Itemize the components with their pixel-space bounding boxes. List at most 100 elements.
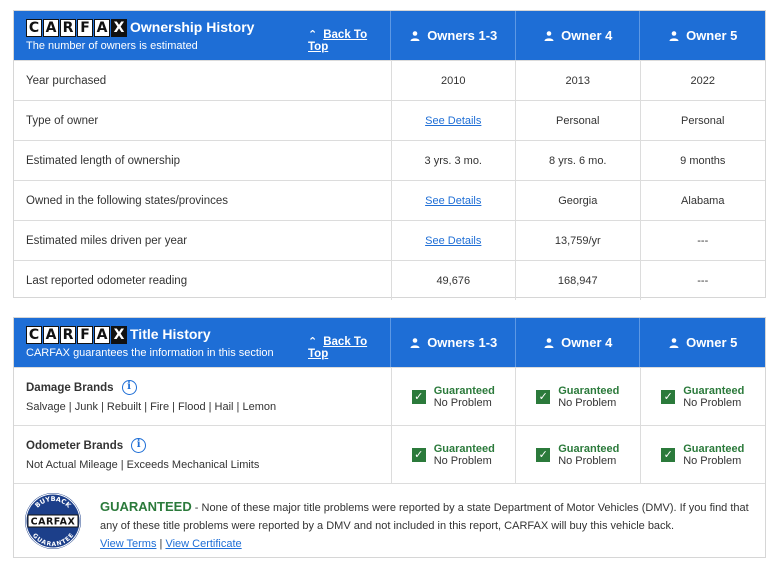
- table-row: Owned in the following states/provinces …: [14, 180, 765, 220]
- seal-brand-text: CARFAX: [31, 517, 76, 528]
- checkmark-icon: ✓: [536, 447, 551, 462]
- checkmark-icon: ✓: [536, 389, 551, 404]
- row-value: 13,759/yr: [516, 221, 641, 260]
- no-problem-label: No Problem: [558, 454, 617, 467]
- row-label: Year purchased: [14, 61, 392, 100]
- person-icon: [669, 337, 679, 348]
- brand-row-title: Damage Brands: [26, 381, 114, 394]
- carfax-logo: C A R F A X: [26, 326, 128, 344]
- info-icon[interactable]: i: [121, 380, 137, 395]
- section-title: Title History: [130, 326, 211, 342]
- chevron-up-icon: ⌃: [308, 29, 318, 41]
- checkmark-icon: ✓: [661, 447, 676, 462]
- column-header-owner-5: Owner 5: [640, 318, 765, 367]
- column-header-owner-5: Owner 5: [640, 11, 765, 60]
- table-row: Last reported odometer reading 49,676 16…: [14, 260, 765, 300]
- guarantee-cell: ✓ Guaranteed No Problem: [516, 368, 641, 425]
- row-label: Type of owner: [14, 101, 392, 140]
- back-to-top-link[interactable]: ⌃ Back To Top: [308, 335, 390, 360]
- row-value: 2010: [392, 61, 517, 100]
- buyback-guarantee-panel: BUYBACK GUARANTEE CARFAX GUARANTEED - No…: [14, 483, 765, 558]
- logo-letter: F: [77, 19, 93, 37]
- logo-letter: X: [111, 19, 127, 37]
- column-header-owner-4: Owner 4: [516, 318, 641, 367]
- section-subtitle: CARFAX guarantees the information in thi…: [26, 347, 274, 359]
- no-problem-label: No Problem: [558, 396, 617, 409]
- see-details-link[interactable]: See Details: [425, 195, 481, 207]
- row-value: See Details: [392, 101, 517, 140]
- brand-row-heading: Odometer Brands i: [26, 438, 391, 453]
- guaranteed-label: Guaranteed: [558, 384, 620, 397]
- column-header-label: Owner 5: [686, 335, 738, 350]
- column-header-label: Owners 1-3: [427, 335, 498, 350]
- person-icon: [410, 30, 420, 41]
- column-header-owners-1-3: Owners 1-3: [391, 11, 516, 60]
- chevron-up-icon: ⌃: [308, 336, 318, 348]
- person-icon: [669, 30, 679, 41]
- guarantee-heading: GUARANTEED: [100, 499, 192, 514]
- no-problem-label: No Problem: [683, 454, 742, 467]
- guarantee-cell: ✓ Guaranteed No Problem: [641, 368, 766, 425]
- back-to-top-link[interactable]: ⌃ Back To Top: [308, 28, 390, 53]
- guaranteed-label: Guaranteed: [683, 442, 745, 455]
- buyback-guarantee-seal-icon: BUYBACK GUARANTEE CARFAX: [25, 493, 81, 549]
- row-value: ---: [697, 234, 709, 247]
- checkmark-icon: ✓: [411, 447, 426, 462]
- guaranteed-label: Guaranteed: [558, 442, 620, 455]
- checkmark-icon: ✓: [661, 389, 676, 404]
- column-header-label: Owner 5: [686, 28, 738, 43]
- row-value: 3 yrs. 3 mo.: [392, 141, 517, 180]
- section-subtitle: The number of owners is estimated: [26, 40, 198, 52]
- row-value: See Details: [392, 181, 517, 220]
- column-header-label: Owner 4: [561, 335, 613, 350]
- row-value: ---: [697, 274, 709, 287]
- row-value: 8 yrs. 6 mo.: [516, 141, 641, 180]
- brand-row-details: Not Actual Mileage | Exceeds Mechanical …: [26, 459, 260, 471]
- row-value: Alabama: [681, 194, 725, 207]
- brand-row-label: Damage Brands i Salvage | Junk | Rebuilt…: [14, 368, 392, 425]
- logo-letter: X: [111, 326, 127, 344]
- guaranteed-label: Guaranteed: [433, 442, 495, 455]
- brand-row-heading: Damage Brands i: [26, 380, 391, 395]
- logo-letter: A: [94, 326, 110, 344]
- row-value: 2013: [516, 61, 641, 100]
- logo-letter: R: [60, 326, 76, 344]
- brand-row-title: Odometer Brands: [26, 439, 124, 452]
- logo-letter: C: [26, 19, 42, 37]
- no-problem-label: No Problem: [433, 396, 492, 409]
- row-value: 9 months: [680, 154, 726, 167]
- guaranteed-label: Guaranteed: [683, 384, 745, 397]
- row-label: Owned in the following states/provinces: [14, 181, 392, 220]
- table-row: Type of owner See Details Personal Perso…: [14, 100, 765, 140]
- column-header-owner-4: Owner 4: [516, 11, 641, 60]
- row-value: See Details: [392, 221, 517, 260]
- title-history-header: C A R F A X Title History CARFAX guarant…: [14, 318, 765, 367]
- logo-letter: R: [60, 19, 76, 37]
- no-problem-label: No Problem: [683, 396, 742, 409]
- guaranteed-label: Guaranteed: [433, 384, 495, 397]
- logo-letter: C: [26, 326, 42, 344]
- logo-letter: F: [77, 326, 93, 344]
- view-certificate-link[interactable]: View Certificate: [165, 538, 241, 550]
- ownership-history-section: C A R F A X Ownership History The number…: [13, 10, 766, 300]
- guarantee-cell: ✓ Guaranteed No Problem: [392, 426, 517, 483]
- guarantee-body: - None of these major title problems wer…: [100, 502, 749, 532]
- section-title: Ownership History: [130, 19, 255, 35]
- logo-letter: A: [94, 19, 110, 37]
- info-icon[interactable]: i: [131, 438, 147, 453]
- logo-letter: A: [43, 19, 59, 37]
- view-terms-link[interactable]: View Terms: [100, 538, 156, 550]
- guarantee-text: GUARANTEED - None of these major title p…: [100, 498, 760, 553]
- row-value: Georgia: [516, 181, 641, 220]
- ownership-header: C A R F A X Ownership History The number…: [14, 11, 765, 60]
- table-row: Odometer Brands i Not Actual Mileage | E…: [14, 425, 765, 483]
- person-icon: [410, 337, 420, 348]
- column-header-label: Owner 4: [561, 28, 613, 43]
- column-header-owners-1-3: Owners 1-3: [391, 318, 516, 367]
- column-header-label: Owners 1-3: [427, 28, 498, 43]
- see-details-link[interactable]: See Details: [425, 235, 481, 247]
- logo-letter: A: [43, 326, 59, 344]
- row-value: Personal: [516, 101, 641, 140]
- brand-row-details: Salvage | Junk | Rebuilt | Fire | Flood …: [26, 401, 277, 413]
- see-details-link[interactable]: See Details: [425, 115, 481, 127]
